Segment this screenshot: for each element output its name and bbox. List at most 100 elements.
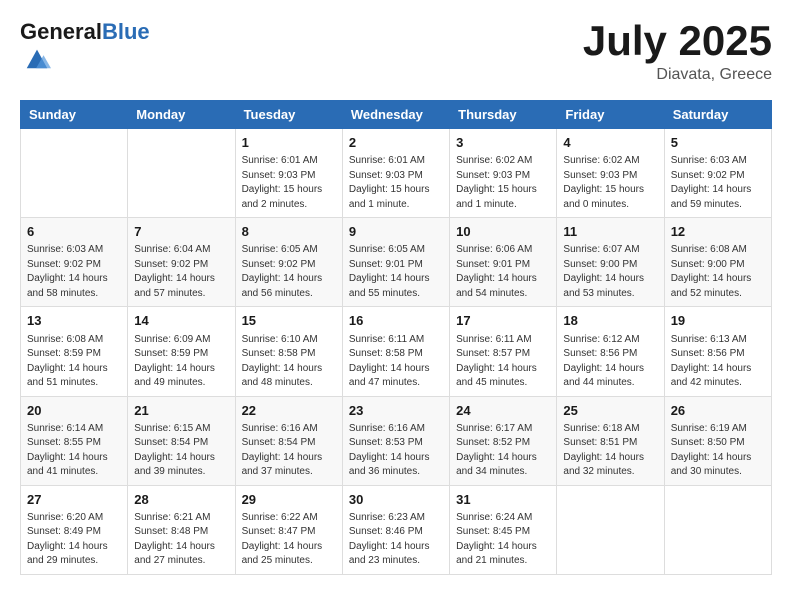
day-info: Sunrise: 6:02 AMSunset: 9:03 PMDaylight:… [456, 154, 550, 212]
day-number: 25 [563, 402, 657, 420]
day-info: Sunrise: 6:08 AMSunset: 8:59 PMDaylight:… [27, 333, 121, 391]
day-number: 16 [349, 312, 443, 330]
calendar-day-cell: 3 Sunrise: 6:02 AMSunset: 9:03 PMDaylight… [450, 129, 557, 218]
location: Diavata, Greece [583, 66, 772, 84]
calendar-day-cell: 11 Sunrise: 6:07 AMSunset: 9:00 PMDayligh… [557, 218, 664, 307]
calendar-day-cell: 15 Sunrise: 6:10 AMSunset: 8:58 PMDayligh… [235, 307, 342, 396]
day-info: Sunrise: 6:01 AMSunset: 9:03 PMDaylight:… [349, 154, 443, 212]
calendar-week-row: 27Sunrise: 6:20 AMSunset: 8:49 PMDayligh… [21, 485, 772, 574]
calendar-day-cell: 20 Sunrise: 6:14 AMSunset: 8:55 PMDayligh… [21, 396, 128, 485]
day-number: 6 [27, 223, 121, 241]
day-info: Sunrise: 6:10 AMSunset: 8:58 PMDaylight:… [242, 333, 336, 391]
calendar-day-cell [664, 485, 771, 574]
day-info: Sunrise: 6:23 AMSunset: 8:46 PMDaylight:… [349, 511, 443, 569]
day-number: 30 [349, 491, 443, 509]
day-number: 21 [134, 402, 228, 420]
calendar-day-cell: 29 Sunrise: 6:22 AMSunset: 8:47 PMDayligh… [235, 485, 342, 574]
day-info: Sunrise: 6:15 AMSunset: 8:54 PMDaylight:… [134, 422, 228, 480]
weekday-header: Thursday [450, 101, 557, 129]
day-number: 1 [242, 134, 336, 152]
day-info: Sunrise: 6:08 AMSunset: 9:00 PMDaylight:… [671, 243, 765, 301]
calendar-day-cell [128, 129, 235, 218]
day-info: Sunrise: 6:22 AMSunset: 8:47 PMDaylight:… [242, 511, 336, 569]
title-block: July 2025 Diavata, Greece [583, 20, 772, 84]
calendar-week-row: 13 Sunrise: 6:08 AMSunset: 8:59 PMDayligh… [21, 307, 772, 396]
day-info: Sunrise: 6:05 AMSunset: 9:01 PMDaylight:… [349, 243, 443, 301]
calendar-day-cell [21, 129, 128, 218]
calendar-day-cell: 4Sunrise: 6:02 AMSunset: 9:03 PMDaylight… [557, 129, 664, 218]
day-info: Sunrise: 6:21 AMSunset: 8:48 PMDaylight:… [134, 511, 228, 569]
calendar-day-cell: 18Sunrise: 6:12 AMSunset: 8:56 PMDayligh… [557, 307, 664, 396]
calendar-week-row: 1 Sunrise: 6:01 AMSunset: 9:03 PMDaylight… [21, 129, 772, 218]
day-info: Sunrise: 6:16 AMSunset: 8:53 PMDaylight:… [349, 422, 443, 480]
calendar-day-cell: 24 Sunrise: 6:17 AMSunset: 8:52 PMDayligh… [450, 396, 557, 485]
day-number: 15 [242, 312, 336, 330]
weekday-header: Friday [557, 101, 664, 129]
day-number: 19 [671, 312, 765, 330]
day-number: 2 [349, 134, 443, 152]
calendar-day-cell: 27Sunrise: 6:20 AMSunset: 8:49 PMDayligh… [21, 485, 128, 574]
logo-icon [23, 44, 51, 72]
day-info: Sunrise: 6:05 AMSunset: 9:02 PMDaylight:… [242, 243, 336, 301]
day-info: Sunrise: 6:11 AMSunset: 8:57 PMDaylight:… [456, 333, 550, 391]
day-info: Sunrise: 6:16 AMSunset: 8:54 PMDaylight:… [242, 422, 336, 480]
day-info: Sunrise: 6:18 AMSunset: 8:51 PMDaylight:… [563, 422, 657, 480]
calendar-day-cell [557, 485, 664, 574]
day-number: 8 [242, 223, 336, 241]
day-info: Sunrise: 6:04 AMSunset: 9:02 PMDaylight:… [134, 243, 228, 301]
logo-general: General [20, 19, 102, 44]
day-info: Sunrise: 6:13 AMSunset: 8:56 PMDaylight:… [671, 333, 765, 391]
calendar-day-cell: 16 Sunrise: 6:11 AMSunset: 8:58 PMDayligh… [342, 307, 449, 396]
day-number: 24 [456, 402, 550, 420]
calendar-day-cell: 13 Sunrise: 6:08 AMSunset: 8:59 PMDayligh… [21, 307, 128, 396]
day-info: Sunrise: 6:03 AMSunset: 9:02 PMDaylight:… [27, 243, 121, 301]
day-number: 22 [242, 402, 336, 420]
logo-text: GeneralBlue [20, 20, 150, 44]
weekday-header: Saturday [664, 101, 771, 129]
day-number: 11 [563, 223, 657, 241]
calendar-day-cell: 31Sunrise: 6:24 AMSunset: 8:45 PMDayligh… [450, 485, 557, 574]
calendar-day-cell: 25 Sunrise: 6:18 AMSunset: 8:51 PMDayligh… [557, 396, 664, 485]
day-info: Sunrise: 6:01 AMSunset: 9:03 PMDaylight:… [242, 154, 336, 212]
day-number: 10 [456, 223, 550, 241]
calendar-day-cell: 19 Sunrise: 6:13 AMSunset: 8:56 PMDayligh… [664, 307, 771, 396]
day-info: Sunrise: 6:03 AMSunset: 9:02 PMDaylight:… [671, 154, 765, 212]
calendar-day-cell: 2 Sunrise: 6:01 AMSunset: 9:03 PMDaylight… [342, 129, 449, 218]
calendar-day-cell: 7 Sunrise: 6:04 AMSunset: 9:02 PMDaylight… [128, 218, 235, 307]
day-number: 18 [563, 312, 657, 330]
day-number: 23 [349, 402, 443, 420]
calendar-header-row: SundayMondayTuesdayWednesdayThursdayFrid… [21, 101, 772, 129]
calendar-day-cell: 21 Sunrise: 6:15 AMSunset: 8:54 PMDayligh… [128, 396, 235, 485]
calendar-day-cell: 23 Sunrise: 6:16 AMSunset: 8:53 PMDayligh… [342, 396, 449, 485]
day-info: Sunrise: 6:19 AMSunset: 8:50 PMDaylight:… [671, 422, 765, 480]
calendar-day-cell: 17Sunrise: 6:11 AMSunset: 8:57 PMDayligh… [450, 307, 557, 396]
weekday-header: Wednesday [342, 101, 449, 129]
calendar-day-cell: 22 Sunrise: 6:16 AMSunset: 8:54 PMDayligh… [235, 396, 342, 485]
day-info: Sunrise: 6:07 AMSunset: 9:00 PMDaylight:… [563, 243, 657, 301]
calendar-day-cell: 30 Sunrise: 6:23 AMSunset: 8:46 PMDayligh… [342, 485, 449, 574]
month-title: July 2025 [583, 20, 772, 62]
day-info: Sunrise: 6:20 AMSunset: 8:49 PMDaylight:… [27, 511, 121, 569]
page-header: GeneralBlue July 2025 Diavata, Greece [20, 20, 772, 84]
day-info: Sunrise: 6:11 AMSunset: 8:58 PMDaylight:… [349, 333, 443, 391]
calendar-table: SundayMondayTuesdayWednesdayThursdayFrid… [20, 100, 772, 575]
weekday-header: Tuesday [235, 101, 342, 129]
day-number: 20 [27, 402, 121, 420]
day-info: Sunrise: 6:14 AMSunset: 8:55 PMDaylight:… [27, 422, 121, 480]
day-number: 7 [134, 223, 228, 241]
day-number: 29 [242, 491, 336, 509]
day-number: 9 [349, 223, 443, 241]
logo-blue: Blue [102, 19, 150, 44]
day-number: 3 [456, 134, 550, 152]
day-info: Sunrise: 6:09 AMSunset: 8:59 PMDaylight:… [134, 333, 228, 391]
day-number: 13 [27, 312, 121, 330]
calendar-day-cell: 6 Sunrise: 6:03 AMSunset: 9:02 PMDaylight… [21, 218, 128, 307]
weekday-header: Monday [128, 101, 235, 129]
calendar-week-row: 6 Sunrise: 6:03 AMSunset: 9:02 PMDaylight… [21, 218, 772, 307]
day-info: Sunrise: 6:17 AMSunset: 8:52 PMDaylight:… [456, 422, 550, 480]
day-number: 28 [134, 491, 228, 509]
calendar-day-cell: 28 Sunrise: 6:21 AMSunset: 8:48 PMDayligh… [128, 485, 235, 574]
calendar-week-row: 20 Sunrise: 6:14 AMSunset: 8:55 PMDayligh… [21, 396, 772, 485]
calendar-day-cell: 26Sunrise: 6:19 AMSunset: 8:50 PMDayligh… [664, 396, 771, 485]
calendar-day-cell: 14Sunrise: 6:09 AMSunset: 8:59 PMDayligh… [128, 307, 235, 396]
